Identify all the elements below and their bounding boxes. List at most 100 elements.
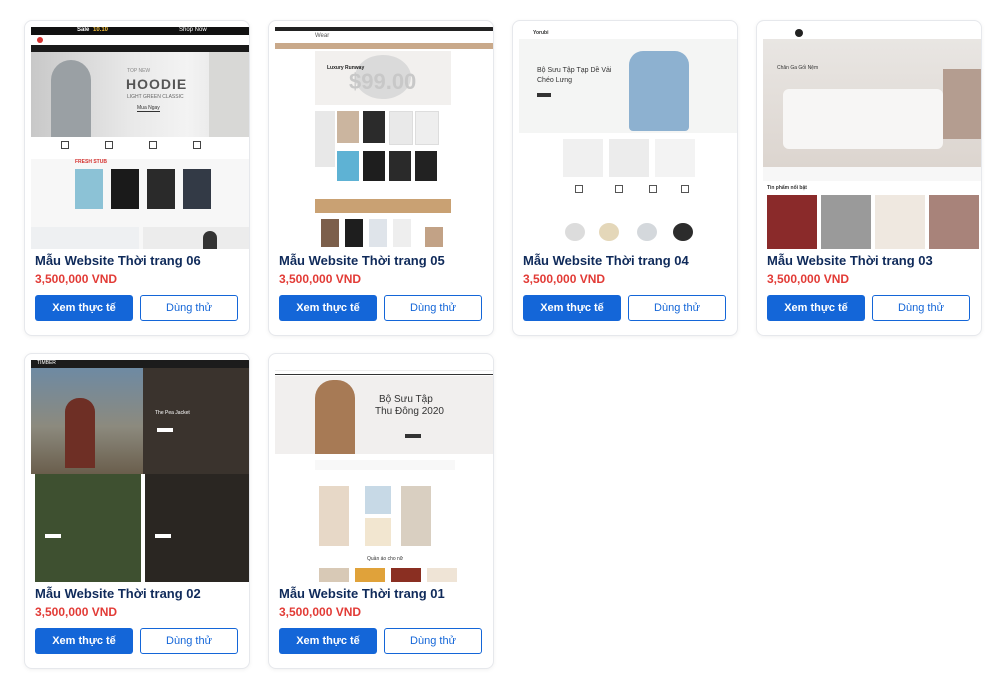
card-price: 3,500,000 VND [279,272,362,286]
payment-icon [193,141,201,149]
template-thumbnail[interactable]: Wear Luxury Runway $99.00 [275,27,493,249]
support-icon [149,141,157,149]
nav-bar [31,45,249,52]
try-button[interactable]: Dùng thử [140,295,238,321]
view-live-button[interactable]: Xem thực tế [35,295,133,321]
hero-cta [537,93,551,97]
bed-image [943,69,981,139]
product-image [563,139,603,177]
promo-bar: Sale 10.10 Shop Now [31,27,249,35]
logo-icon [37,37,43,43]
try-button[interactable]: Dùng thử [628,295,726,321]
view-live-button[interactable]: Xem thực tế [279,295,377,321]
view-live-button[interactable]: Xem thực tế [35,628,133,654]
product-image [369,219,387,247]
feature-row [763,167,981,181]
site-header: TIMBER [31,360,249,368]
card-title[interactable]: Mẫu Website Thời trang 01 [279,586,445,601]
hero-banner: Luxury Runway $99.00 [315,51,451,105]
card-title[interactable]: Mẫu Website Thời trang 06 [35,253,201,268]
product-image [319,486,349,546]
product-image [425,227,443,247]
hero-cta [155,534,171,538]
card-title[interactable]: Mẫu Website Thời trang 05 [279,253,445,268]
card-price: 3,500,000 VND [767,272,850,286]
product-image [929,195,979,249]
hero-banner: TOP NEW HOODIE LIGHT GREEN CLASSIC Mua N… [31,52,249,137]
product-image [393,219,411,247]
product-image [565,223,585,241]
product-image [337,111,359,143]
nav-bar [275,43,493,49]
logo-icon [795,29,803,37]
model-image [315,380,355,454]
product-image [147,169,175,209]
model-image [35,474,141,582]
divider [275,374,493,375]
product-image [389,111,413,145]
product-image [767,195,817,249]
template-thumbnail[interactable]: Bộ Sưu Tập Thu Đông 2020 Quần áo cho nữ [275,360,493,582]
template-card: Yorubi Bộ Sưu Tập Tạp Dề Vải Chéo Lưng M… [512,20,738,336]
view-live-button[interactable]: Xem thực tế [523,295,621,321]
hero-banner: Bộ Sưu Tập Thu Đông 2020 [275,376,493,454]
product-image [337,151,359,181]
model-image [209,52,249,137]
product-image [321,219,339,247]
product-image [365,486,391,514]
sidebar-menu [315,111,335,167]
card-price: 3,500,000 VND [279,605,362,619]
product-image [391,568,421,582]
product-image [427,568,457,582]
product-image [415,151,437,181]
product-image [821,195,871,249]
site-header [275,360,493,371]
footer-banner [143,227,249,249]
product-image [599,223,619,241]
view-live-button[interactable]: Xem thực tế [767,295,865,321]
try-button[interactable]: Dùng thử [140,628,238,654]
footer-banner [31,227,139,249]
product-image [637,223,657,241]
card-title[interactable]: Mẫu Website Thời trang 02 [35,586,201,601]
hero-banner: Bộ Sưu Tập Tạp Dề Vải Chéo Lưng [519,39,737,133]
product-image [389,151,411,181]
hero-banner: Chăn Ga Gối Nệm [763,39,981,167]
product-image [365,518,391,546]
try-button[interactable]: Dùng thử [384,628,482,654]
template-thumbnail[interactable]: Yorubi Bộ Sưu Tập Tạp Dề Vải Chéo Lưng [519,27,737,249]
try-button[interactable]: Dùng thử [384,295,482,321]
support-icon [649,185,657,193]
hero-cta [157,428,173,432]
card-title[interactable]: Mẫu Website Thời trang 04 [523,253,689,268]
jacket-image: The Pea Jacket [143,368,249,474]
product-image [345,219,363,247]
product-image [401,486,431,546]
model-image [203,231,217,249]
template-card: Wear Luxury Runway $99.00 Mẫu Website Th… [268,20,494,336]
product-image [655,139,695,177]
product-image [183,169,211,209]
jacket-image [145,474,249,582]
product-image [75,169,103,209]
return-icon [105,141,113,149]
template-thumbnail[interactable]: TIMBER The Pea Jacket [31,360,249,582]
product-image [609,139,649,177]
card-title[interactable]: Mẫu Website Thời trang 03 [767,253,933,268]
product-image [673,223,693,241]
template-thumbnail[interactable]: Sale 10.10 Shop Now TOP NEW HOODIE LIGHT… [31,27,249,249]
product-image [111,169,139,209]
try-button[interactable]: Dùng thử [872,295,970,321]
hero-cta [405,434,421,438]
template-thumbnail[interactable]: Chăn Ga Gối Nệm Tin phẩm nổi bật [763,27,981,249]
promo-banner [315,199,451,213]
model-image [65,398,95,468]
template-card: TIMBER The Pea Jacket Mẫu Website Thời t… [24,353,250,669]
gift-icon [615,185,623,193]
view-live-button[interactable]: Xem thực tế [279,628,377,654]
template-card: Sale 10.10 Shop Now TOP NEW HOODIE LIGHT… [24,20,250,336]
product-image [415,111,439,145]
truck-icon [575,185,583,193]
site-header: Wear [275,31,493,43]
product-image [319,568,349,582]
